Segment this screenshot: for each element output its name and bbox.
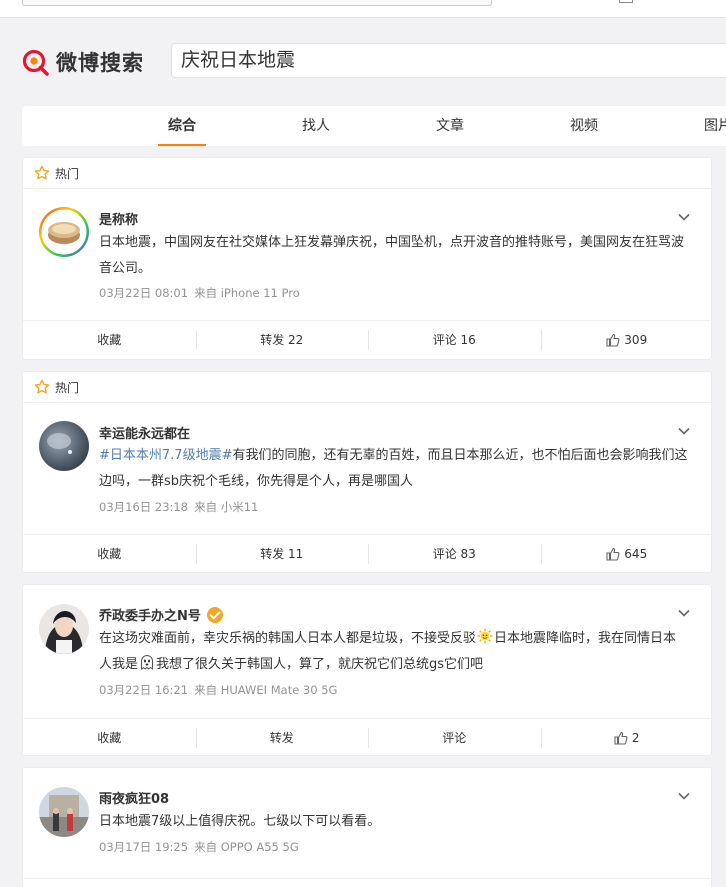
verified-badge-icon <box>206 606 223 623</box>
browser-top-strip <box>0 0 726 18</box>
tab-articles[interactable]: 文章 <box>426 106 474 146</box>
post-text: #日本本州7.7级地震#有我们的同胞，还有无辜的百姓，而且日本那么近，也不怕后面… <box>99 448 688 489</box>
thumbs-up-icon <box>606 547 620 561</box>
tab-comprehensive[interactable]: 综合 <box>158 106 206 146</box>
username[interactable]: 是称称 <box>99 209 138 228</box>
post-text: 在这场灾难面前，幸灾乐祸的韩国人日本人都是垃圾，不接受反驳 日本地震降临时，我在同… <box>99 626 689 678</box>
username[interactable]: 幸运能永远都在 <box>99 423 190 442</box>
hot-label-bar: 热门 <box>23 158 711 189</box>
comment-button[interactable]: 评论 <box>368 719 541 756</box>
thumbs-up-icon <box>614 731 628 745</box>
tab-bar: 综合 找人 文章 视频 图片 <box>22 106 726 146</box>
post-time[interactable]: 03月16日 23:18 <box>99 500 188 514</box>
repost-button[interactable]: 转发 <box>195 719 369 756</box>
chevron-down-icon[interactable] <box>677 606 691 620</box>
post-body: 是称称 日本地震，中国网友在社交媒体上狂发幕弹庆祝，中国坠机，点开波音的推特账号… <box>23 189 713 359</box>
post-actions: 收藏 转发 11 评论 83 645 <box>23 534 713 572</box>
star-outline-icon <box>34 379 50 394</box>
post-card: 乔政委手办之N号 在这场灾难面前，幸灾乐祸的韩国人日本人都是垃圾，不接受反驳 日本… <box>22 584 713 757</box>
avatar[interactable] <box>39 207 89 257</box>
post-source: 来自 小米11 <box>194 500 259 514</box>
hot-label: 热门 <box>55 166 80 181</box>
star-outline-icon <box>34 165 50 180</box>
comment-button[interactable]: 评论 16 <box>368 321 541 358</box>
post-text: 日本地震7级以上值得庆祝。七级以下可以看看。 <box>99 814 381 829</box>
site-logo-text: 微博搜索 <box>56 51 144 75</box>
post-body: 幸运能永远都在 #日本本州7.7级地震#有我们的同胞，还有无辜的百姓，而且日本那… <box>23 403 713 573</box>
post-card: 雨夜疯狂08 日本地震7级以上值得庆祝。七级以下可以看看。 03月17日 19:… <box>22 767 713 887</box>
site-logo[interactable]: 微博搜索 <box>22 46 144 78</box>
post-meta: 03月22日 08:01 来自 iPhone 11 Pro <box>99 285 300 301</box>
post-source: 来自 HUAWEI Mate 30 5G <box>194 683 338 697</box>
post-actions: 收藏 转发 22 评论 16 309 <box>23 320 713 358</box>
post-card: 热门 是称称 日本地震，中国网友在社交媒体上狂发幕弹庆祝，中国坠机，点开波音的推… <box>22 157 713 360</box>
post-body: 乔政委手办之N号 在这场灾难面前，幸灾乐祸的韩国人日本人都是垃圾，不接受反驳 日本… <box>23 585 713 757</box>
sun-emoji-icon <box>477 628 493 644</box>
favorite-button[interactable]: 收藏 <box>23 321 196 358</box>
post-source: 来自 OPPO A55 5G <box>194 840 299 854</box>
username[interactable]: 雨夜疯狂08 <box>99 788 169 807</box>
like-button[interactable]: 309 <box>540 321 714 358</box>
post-actions: 收藏 转发 评论 2 <box>23 718 713 756</box>
ghost-emoji-icon <box>139 654 155 671</box>
post-card: 热门 幸运能永远都在 #日本本州7.7级地震#有我们的同胞，还有无辜的百姓，而且… <box>22 371 713 573</box>
repost-button[interactable]: 转发 11 <box>195 535 369 572</box>
hot-label: 热门 <box>55 380 80 395</box>
favorite-button[interactable]: 收藏 <box>23 719 196 756</box>
post-actions <box>23 878 713 887</box>
avatar[interactable] <box>39 604 89 654</box>
favorite-button[interactable]: 收藏 <box>23 535 196 572</box>
weibo-search-logo-icon <box>22 49 49 76</box>
tab-videos[interactable]: 视频 <box>560 106 608 146</box>
like-button[interactable]: 645 <box>540 535 714 572</box>
hashtag-link[interactable]: #日本本州7.7级地震# <box>99 448 232 463</box>
post-source: 来自 iPhone 11 Pro <box>194 286 300 300</box>
post-meta: 03月16日 23:18 来自 小米11 <box>99 499 258 515</box>
header: 微博搜索 庆祝日本地震 <box>0 18 726 106</box>
window-control-icon[interactable] <box>619 0 633 3</box>
repost-button[interactable]: 转发 22 <box>195 321 369 358</box>
hot-label-bar: 热门 <box>23 372 711 403</box>
comment-button[interactable]: 评论 83 <box>368 535 541 572</box>
search-input[interactable]: 庆祝日本地震 <box>171 43 726 78</box>
browser-address-bar[interactable] <box>22 0 492 6</box>
chevron-down-icon[interactable] <box>677 210 691 224</box>
tab-images[interactable]: 图片 <box>694 106 726 146</box>
chevron-down-icon[interactable] <box>677 424 691 438</box>
thumbs-up-icon <box>606 333 620 347</box>
post-meta: 03月17日 19:25 来自 OPPO A55 5G <box>99 839 299 855</box>
tab-people[interactable]: 找人 <box>292 106 340 146</box>
avatar[interactable] <box>39 421 89 471</box>
post-time[interactable]: 03月22日 16:21 <box>99 683 188 697</box>
post-meta: 03月22日 16:21 来自 HUAWEI Mate 30 5G <box>99 682 337 698</box>
username[interactable]: 乔政委手办之N号 <box>99 605 223 624</box>
post-time[interactable]: 03月17日 19:25 <box>99 840 188 854</box>
post-body: 雨夜疯狂08 日本地震7级以上值得庆祝。七级以下可以看看。 03月17日 19:… <box>23 768 713 887</box>
post-text: 日本地震，中国网友在社交媒体上狂发幕弹庆祝，中国坠机，点开波音的推特账号，美国网… <box>99 235 685 276</box>
like-button[interactable]: 2 <box>540 719 714 756</box>
chevron-down-icon[interactable] <box>677 789 691 803</box>
avatar[interactable] <box>39 787 89 837</box>
post-time[interactable]: 03月22日 08:01 <box>99 286 188 300</box>
